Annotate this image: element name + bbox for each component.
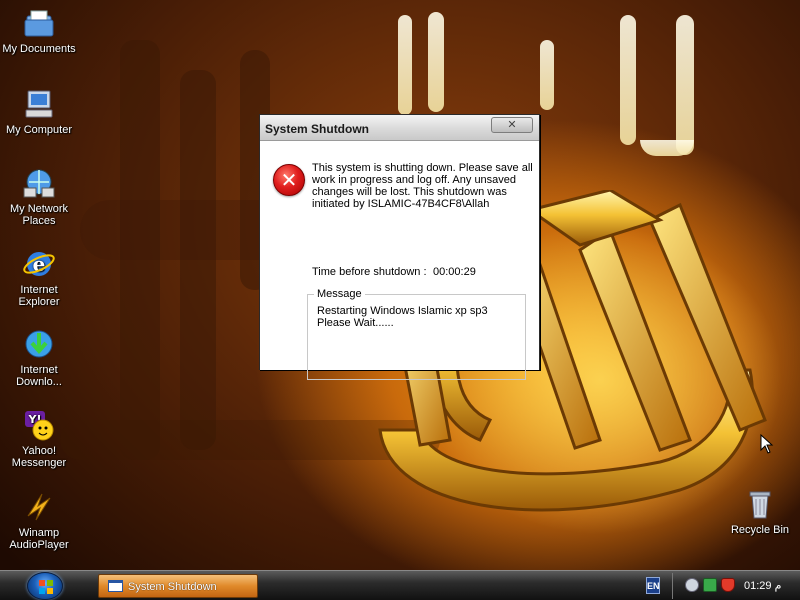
internet-download-manager-icon (25, 330, 53, 358)
dialog-titlebar[interactable]: System Shutdown ✕ (260, 115, 539, 141)
desktop-icon-yahoo-messenger[interactable]: Y! Yahoo! Messenger (1, 408, 77, 469)
network-tray-icon[interactable] (685, 578, 699, 592)
language-indicator[interactable]: EN (646, 577, 660, 594)
security-tray-icon[interactable] (703, 578, 717, 592)
desktop-icon-label: Yahoo! Messenger (11, 445, 67, 469)
system-clock[interactable]: 01:29 م (744, 579, 781, 592)
desktop-icon-label: Winamp AudioPlayer (9, 527, 69, 551)
my-documents-icon (24, 10, 54, 37)
window-icon (108, 580, 123, 592)
internet-explorer-icon: e (23, 252, 55, 276)
message-line: Restarting Windows Islamic xp sp3 (317, 305, 488, 317)
dialog-title: System Shutdown (265, 122, 370, 136)
desktop-icon-label: Internet Explorer (18, 284, 60, 308)
desktop-icon-label: Internet Downlo... (16, 364, 62, 388)
error-icon: ✕ (273, 164, 305, 196)
start-button[interactable] (27, 572, 63, 600)
desktop-icon-label: My Network Places (9, 203, 69, 227)
desktop-icon-internet-download-manager[interactable]: Internet Downlo... (1, 327, 77, 388)
mouse-cursor-icon (760, 434, 774, 454)
my-computer-icon (25, 90, 53, 118)
desktop-icon-my-computer[interactable]: My Computer (1, 87, 77, 136)
close-icon: ✕ (507, 118, 517, 131)
desktop-icon-label: My Documents (2, 43, 76, 55)
desktop-icon-recycle-bin[interactable]: Recycle Bin (722, 487, 798, 536)
message-group-label: Message (314, 288, 365, 300)
yahoo-messenger-icon: Y! (25, 411, 54, 441)
tray-separator (672, 573, 673, 599)
desktop-icon-label: Recycle Bin (730, 524, 790, 536)
timer-value: 00:00:29 (433, 266, 476, 278)
desktop-icon-winamp[interactable]: Winamp AudioPlayer (1, 490, 77, 551)
desktop-icon-network-places[interactable]: My Network Places (1, 166, 77, 227)
shield-tray-icon[interactable] (721, 578, 735, 592)
taskbar-button-system-shutdown[interactable]: System Shutdown (98, 574, 258, 598)
shutdown-message: This system is shutting down. Please sav… (312, 162, 533, 210)
taskbar: System Shutdown EN 01:29 م (0, 570, 800, 600)
taskbar-button-label: System Shutdown (128, 581, 217, 593)
windows-start-orb-icon (39, 580, 53, 594)
dialog-body: ✕ This system is shutting down. Please s… (260, 141, 539, 380)
message-line: Please Wait...... (317, 317, 394, 329)
timer-label: Time before shutdown : (312, 266, 427, 278)
message-groupbox: Message Restarting Windows Islamic xp sp… (307, 288, 526, 380)
desktop-icon-label: My Computer (5, 124, 73, 136)
winamp-icon (27, 493, 51, 521)
desktop-icon-my-documents[interactable]: My Documents (1, 6, 77, 55)
system-shutdown-dialog: System Shutdown ✕ ✕ This system is shutt… (259, 114, 540, 380)
recycle-bin-icon (749, 491, 771, 519)
desktop-icon-internet-explorer[interactable]: e Internet Explorer (1, 247, 77, 308)
close-button[interactable]: ✕ (491, 117, 533, 133)
network-places-icon (23, 169, 55, 198)
